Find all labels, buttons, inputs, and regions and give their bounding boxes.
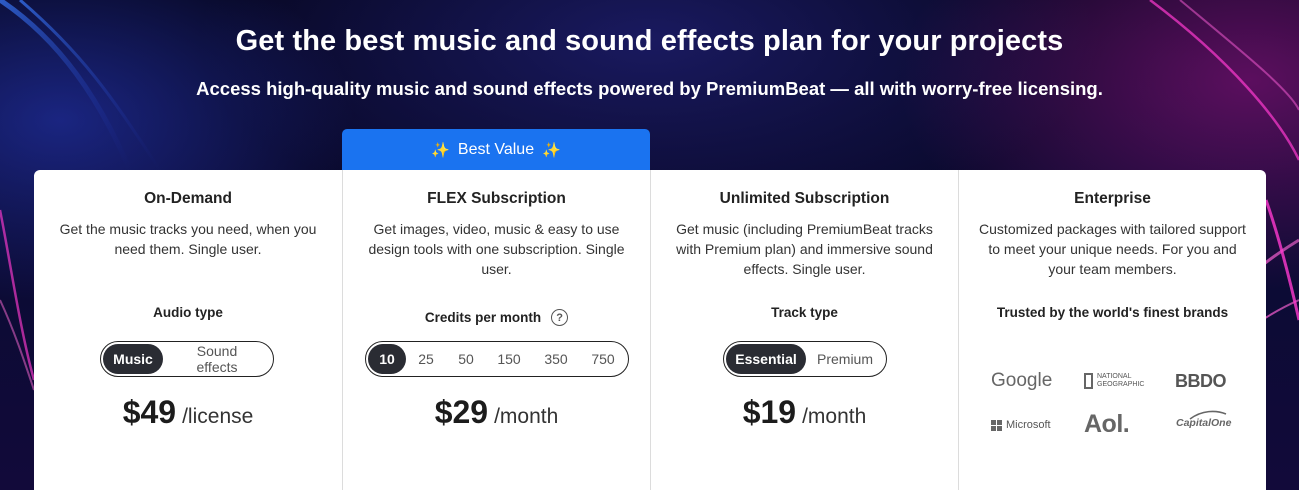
plan-card-on-demand: On-Demand Get the music tracks you need,…	[34, 170, 342, 490]
audio-type-music-option[interactable]: Music	[103, 344, 163, 374]
plan-description: Customized packages with tailored suppor…	[979, 221, 1246, 277]
page-title: Get the best music and sound effects pla…	[235, 25, 1064, 57]
bbdo-logo: BBDO	[1175, 371, 1227, 391]
google-logo: Google	[991, 370, 1053, 391]
price-amount: $19	[742, 394, 797, 430]
plan-title: Unlimited Subscription	[719, 190, 890, 207]
capital-one-logo: CapitalOne	[1176, 410, 1231, 429]
credits-option-25[interactable]: 25	[406, 344, 446, 374]
credits-per-month-label: Credits per month	[424, 310, 542, 325]
page-subtitle: Access high-quality music and sound effe…	[196, 78, 1103, 99]
capital-one-swoosh-icon	[1189, 410, 1227, 420]
plan-description: Get music (including PremiumBeat tracks …	[676, 221, 933, 277]
plan-title: FLEX Subscription	[427, 190, 566, 207]
microsoft-logo: Microsoft	[991, 419, 1051, 431]
credits-option-10[interactable]: 10	[368, 344, 406, 374]
track-type-label: Track type	[771, 305, 838, 320]
plan-price: $49 /license	[34, 394, 342, 431]
credits-selector: 10 25 50 150 350 750	[365, 341, 629, 377]
best-value-badge: ✨ Best Value ✨	[342, 129, 650, 171]
plan-description: Get images, video, music & easy to use d…	[368, 221, 625, 277]
plan-title: Enterprise	[1074, 190, 1151, 207]
track-type-essential-option[interactable]: Essential	[726, 344, 806, 374]
credits-option-350[interactable]: 350	[532, 344, 580, 374]
audio-type-label: Audio type	[153, 305, 223, 320]
help-icon[interactable]: ?	[551, 309, 569, 326]
plan-price: $29 /month	[343, 394, 650, 431]
price-unit: /month	[802, 405, 867, 428]
plans-container: On-Demand Get the music tracks you need,…	[34, 170, 1266, 490]
price-amount: $49	[122, 394, 177, 430]
track-type-premium-option[interactable]: Premium	[806, 344, 884, 374]
price-unit: /license	[182, 405, 254, 428]
audio-type-sound-effects-option[interactable]: Sound effects	[163, 343, 271, 375]
credits-option-750[interactable]: 750	[580, 344, 626, 374]
track-type-toggle: Essential Premium	[723, 341, 887, 377]
plan-card-enterprise: Enterprise Customized packages with tail…	[958, 170, 1266, 490]
best-value-label: Best Value	[457, 141, 535, 158]
sparkles-icon: ✨	[431, 142, 450, 159]
national-geographic-logo: NATIONAL GEOGRAPHIC	[1084, 373, 1144, 389]
aol-logo: Aol.	[1084, 410, 1130, 438]
plan-price: $19 /month	[651, 394, 958, 431]
trusted-brands-label: Trusted by the world's finest brands	[996, 305, 1229, 320]
plan-card-flex: FLEX Subscription Get images, video, mus…	[342, 170, 650, 490]
plan-card-unlimited: Unlimited Subscription Get music (includ…	[650, 170, 958, 490]
credits-option-150[interactable]: 150	[486, 344, 532, 374]
nat-geo-frame-icon	[1084, 373, 1093, 389]
microsoft-windows-icon	[991, 419, 1002, 431]
price-unit: /month	[494, 405, 559, 428]
plan-description: Get the music tracks you need, when you …	[59, 221, 317, 257]
sparkles-icon: ✨	[542, 142, 561, 159]
credits-option-50[interactable]: 50	[446, 344, 486, 374]
price-amount: $29	[434, 394, 489, 430]
plan-title: On-Demand	[144, 190, 232, 207]
credits-label-row: Credits per month ?	[343, 309, 650, 326]
audio-type-toggle: Music Sound effects	[100, 341, 274, 377]
